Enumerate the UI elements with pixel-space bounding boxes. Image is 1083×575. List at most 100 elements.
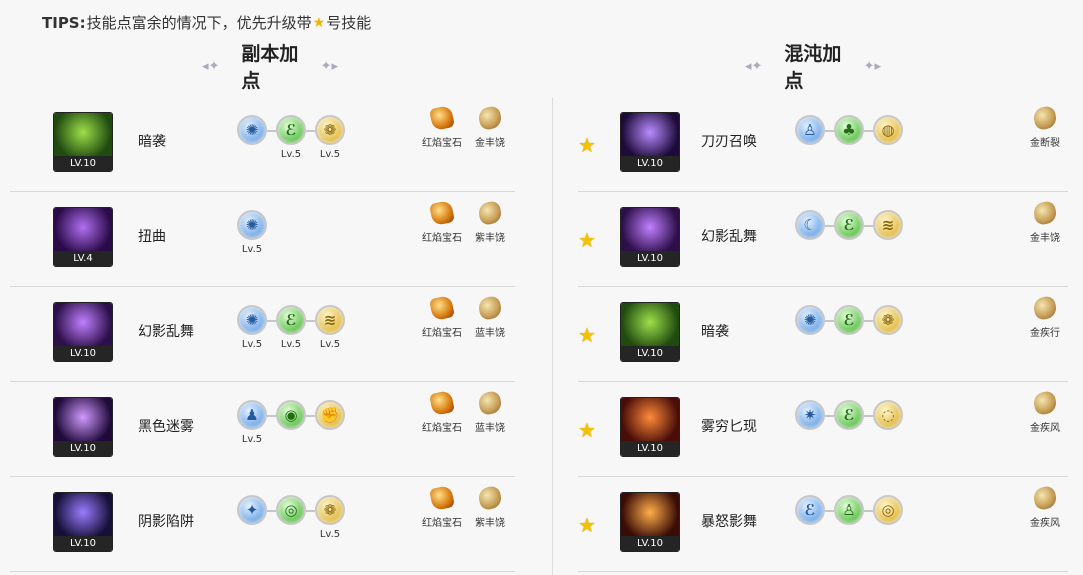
- row-divider: [10, 571, 515, 572]
- skill-level: LV.10: [621, 346, 679, 361]
- gold-gem-icon[interactable]: [1031, 294, 1059, 322]
- priority-star-icon: ★: [578, 513, 596, 537]
- rune-link: [306, 415, 315, 417]
- skill-art-icon: [54, 493, 112, 536]
- skill-row: ★ LV.10 刀刃召唤 ♙ ♣ ◍ 金断裂: [578, 97, 1068, 192]
- rune-gold-icon[interactable]: ◌: [873, 400, 903, 430]
- priority-star-icon: ★: [578, 418, 596, 442]
- rune-green-icon[interactable]: ℰ: [276, 305, 306, 335]
- skill-name: 扭曲: [138, 229, 166, 245]
- skill-name: 黑色迷雾: [138, 419, 194, 435]
- rune-gold-icon[interactable]: ✊: [315, 400, 345, 430]
- skill-name: 幻影乱舞: [138, 324, 194, 340]
- rune-gold-icon[interactable]: ≋: [873, 210, 903, 240]
- skill-icon[interactable]: LV.10: [53, 112, 113, 172]
- rune-blue-icon[interactable]: ☾: [795, 210, 825, 240]
- skill-art-icon: [621, 398, 679, 441]
- skill-level: LV.10: [621, 251, 679, 266]
- rune-blue-icon[interactable]: ✦: [237, 495, 267, 525]
- rune-link: [825, 130, 834, 132]
- rune-link: [825, 225, 834, 227]
- skill-art-icon: [621, 493, 679, 536]
- skill-icon[interactable]: LV.10: [53, 492, 113, 552]
- rune-gold-icon[interactable]: ❁: [315, 495, 345, 525]
- gold-gem-icon[interactable]: [1031, 389, 1059, 417]
- gold-gem-icon[interactable]: [476, 199, 504, 227]
- rune-blue-icon[interactable]: ✺: [237, 305, 267, 335]
- gold-gem-icon[interactable]: [476, 389, 504, 417]
- rune-gold-icon[interactable]: ❁: [315, 115, 345, 145]
- red-gem-icon[interactable]: [428, 484, 456, 512]
- rune-green-icon[interactable]: ♣: [834, 115, 864, 145]
- rune-green-icon[interactable]: ℰ: [834, 400, 864, 430]
- gem-label: 金丰饶: [1030, 233, 1060, 244]
- gold-gem-icon[interactable]: [476, 104, 504, 132]
- gem-label: 蓝丰饶: [475, 328, 505, 339]
- rune-gold-icon[interactable]: ❁: [873, 305, 903, 335]
- tips-prefix: TIPS:: [42, 13, 86, 32]
- priority-star-icon: ★: [578, 323, 596, 347]
- skill-row: ★ LV.10 暴怒影舞 ℰ ♙ ◎ 金疾风: [578, 477, 1068, 572]
- gold-gem-icon[interactable]: [1031, 199, 1059, 227]
- priority-star-icon: ★: [578, 133, 596, 157]
- rune-blue-icon[interactable]: ♙: [795, 115, 825, 145]
- rune-blue-icon[interactable]: ✺: [237, 115, 267, 145]
- rune-blue-icon[interactable]: ♟: [237, 400, 267, 430]
- red-gem-icon[interactable]: [428, 389, 456, 417]
- section-title-text: 混沌加点: [784, 43, 842, 92]
- rune-blue-icon[interactable]: ℰ: [795, 495, 825, 525]
- rune-green-icon[interactable]: ◉: [276, 400, 306, 430]
- tips-banner: TIPS: 技能点富余的情况下，优先升级带 ★ 号技能: [42, 12, 371, 33]
- rune-gold-icon[interactable]: ◎: [873, 495, 903, 525]
- rune-link: [267, 415, 276, 417]
- rune-green-icon[interactable]: ℰ: [834, 210, 864, 240]
- gold-gem-icon[interactable]: [476, 294, 504, 322]
- skill-icon[interactable]: LV.10: [620, 492, 680, 552]
- skill-name: 阴影陷阱: [138, 514, 194, 530]
- gold-gem-icon[interactable]: [1031, 104, 1059, 132]
- rune-gold-icon[interactable]: ◍: [873, 115, 903, 145]
- star-icon: ★: [312, 14, 326, 31]
- skill-icon[interactable]: LV.10: [53, 397, 113, 457]
- skill-icon[interactable]: LV.10: [620, 112, 680, 172]
- red-gem-icon[interactable]: [428, 199, 456, 227]
- rune-green-icon[interactable]: ◎: [276, 495, 306, 525]
- rune-level: Lv.5: [319, 149, 341, 160]
- rune-level: Lv.5: [319, 529, 341, 540]
- rune-link: [825, 510, 834, 512]
- skill-art-icon: [54, 398, 112, 441]
- skill-icon[interactable]: LV.10: [620, 397, 680, 457]
- rune-blue-icon[interactable]: ✷: [795, 400, 825, 430]
- rune-green-icon[interactable]: ℰ: [834, 305, 864, 335]
- skill-level: LV.10: [621, 156, 679, 171]
- skill-art-icon: [54, 113, 112, 156]
- skill-icon[interactable]: LV.10: [53, 302, 113, 362]
- rune-link: [306, 320, 315, 322]
- rune-link: [864, 130, 873, 132]
- red-gem-icon[interactable]: [428, 294, 456, 322]
- skill-icon[interactable]: LV.10: [620, 302, 680, 362]
- rune-level: Lv.5: [241, 244, 263, 255]
- gold-gem-icon[interactable]: [476, 484, 504, 512]
- skill-row: LV.10 暗袭 ✺ ℰ Lv.5 ❁ Lv.5 红焰宝石 金丰饶: [10, 97, 515, 192]
- gold-gem-icon[interactable]: [1031, 484, 1059, 512]
- rune-green-icon[interactable]: ♙: [834, 495, 864, 525]
- skill-name: 幻影乱舞: [701, 229, 757, 245]
- skill-icon[interactable]: LV.10: [620, 207, 680, 267]
- tips-text-before: 技能点富余的情况下，优先升级带: [86, 14, 312, 32]
- skill-row: LV.10 幻影乱舞 ✺ Lv.5 ℰ Lv.5 ≋ Lv.5 红焰宝石 蓝丰饶: [10, 287, 515, 382]
- rune-link: [267, 130, 276, 132]
- rune-blue-icon[interactable]: ✺: [237, 210, 267, 240]
- gem-label: 紫丰饶: [475, 233, 505, 244]
- section-title-dungeon: ◂✦ 副本加点 ✦▸: [180, 43, 360, 92]
- rune-gold-icon[interactable]: ≋: [315, 305, 345, 335]
- skill-icon[interactable]: LV.4: [53, 207, 113, 267]
- section-title-text: 副本加点: [241, 43, 299, 92]
- decor-left-icon: ◂✦: [745, 58, 763, 74]
- skill-art-icon: [54, 303, 112, 346]
- rune-green-icon[interactable]: ℰ: [276, 115, 306, 145]
- gem-label: 紫丰饶: [475, 518, 505, 529]
- red-gem-icon[interactable]: [428, 104, 456, 132]
- rune-blue-icon[interactable]: ✺: [795, 305, 825, 335]
- row-divider: [578, 571, 1068, 572]
